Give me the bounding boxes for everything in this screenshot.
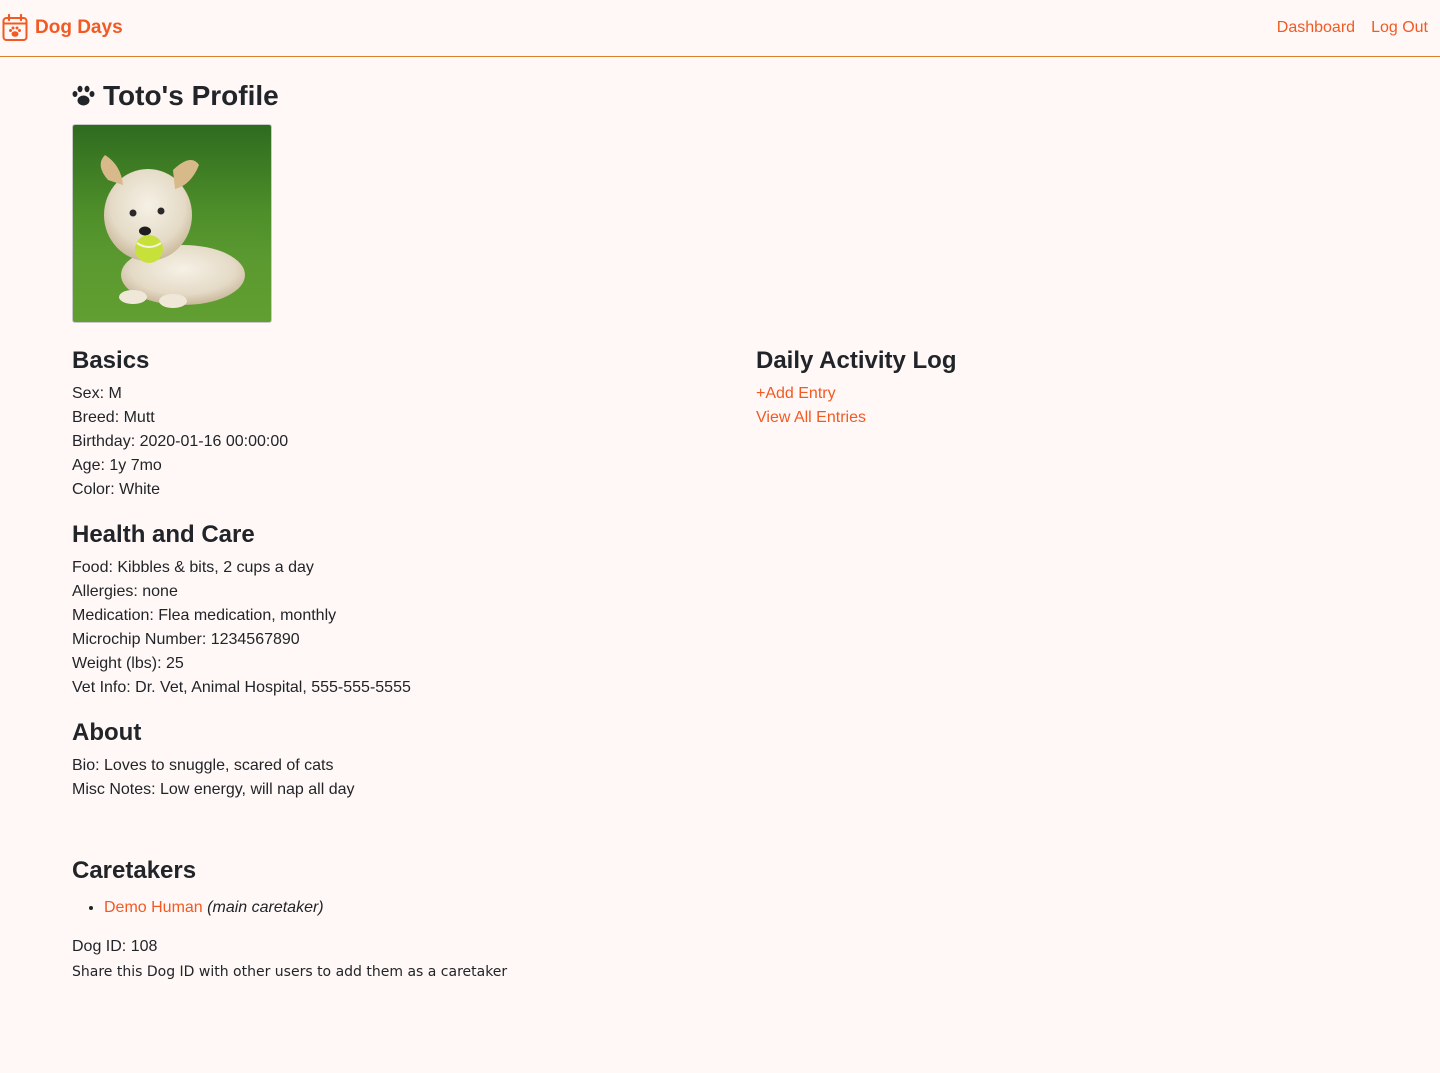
health-medication: Medication: Flea medication, monthly bbox=[72, 607, 337, 624]
basics-birthday: Birthday: 2020-01-16 00:00:00 bbox=[72, 433, 289, 450]
health-section: Health and Care Food: Kibbles & bits, 2 … bbox=[72, 520, 692, 700]
health-allergies: Allergies: none bbox=[72, 583, 178, 600]
profile-details: Basics Sex: M Breed: Mutt Birthday: 2020… bbox=[72, 346, 692, 820]
health-vet-info: Vet Info: Dr. Vet, Animal Hospital, 555-… bbox=[72, 679, 411, 696]
calendar-paw-icon bbox=[2, 14, 28, 41]
basics-heading: Basics bbox=[72, 347, 150, 374]
dashboard-link[interactable]: Dashboard bbox=[1277, 19, 1355, 37]
about-misc-notes: Misc Notes: Low energy, will nap all day bbox=[72, 781, 355, 798]
caretakers-section: Caretakers Demo Human (main caretaker) bbox=[72, 856, 692, 920]
caretakers-heading: Caretakers bbox=[72, 857, 197, 884]
health-weight: Weight (lbs): 25 bbox=[72, 655, 184, 672]
basics-breed: Breed: Mutt bbox=[72, 409, 155, 426]
basics-sex: Sex: M bbox=[72, 385, 122, 402]
view-all-entries-link[interactable]: View All Entries bbox=[756, 406, 1356, 430]
dog-id: Dog ID: 108 bbox=[72, 938, 158, 955]
brand-link[interactable]: Dog Days bbox=[2, 14, 123, 42]
basics-color: Color: White bbox=[72, 481, 161, 498]
basics-age: Age: 1y 7mo bbox=[72, 457, 162, 474]
about-section: About Bio: Loves to snuggle, scared of c… bbox=[72, 718, 692, 802]
nav-links: Dashboard Log Out bbox=[1261, 19, 1428, 37]
caretaker-role: (main caretaker) bbox=[207, 899, 324, 916]
about-heading: About bbox=[72, 719, 142, 746]
basics-section: Basics Sex: M Breed: Mutt Birthday: 2020… bbox=[72, 346, 692, 502]
dog-photo-image bbox=[73, 125, 271, 322]
health-food: Food: Kibbles & bits, 2 cups a day bbox=[72, 559, 314, 576]
brand-name: Dog Days bbox=[35, 17, 123, 38]
add-entry-link[interactable]: +Add Entry bbox=[756, 382, 1356, 406]
page-title: Toto's Profile bbox=[72, 80, 279, 112]
logout-link[interactable]: Log Out bbox=[1371, 19, 1428, 37]
health-heading: Health and Care bbox=[72, 521, 255, 548]
caretaker-link[interactable]: Demo Human bbox=[104, 899, 203, 916]
list-item: Demo Human (main caretaker) bbox=[104, 896, 692, 920]
navbar: Dog Days Dashboard Log Out bbox=[0, 0, 1440, 57]
about-bio: Bio: Loves to snuggle, scared of cats bbox=[72, 757, 334, 774]
caretakers-list: Demo Human (main caretaker) bbox=[72, 896, 692, 920]
dog-id-share-note: Share this Dog ID with other users to ad… bbox=[72, 964, 508, 980]
dog-photo bbox=[72, 124, 272, 323]
health-microchip: Microchip Number: 1234567890 bbox=[72, 631, 300, 648]
activity-log-section: Daily Activity Log +Add Entry View All E… bbox=[756, 346, 1356, 430]
activity-log-heading: Daily Activity Log bbox=[756, 347, 957, 374]
paw-icon bbox=[72, 85, 95, 106]
page-title-text: Toto's Profile bbox=[103, 80, 279, 111]
